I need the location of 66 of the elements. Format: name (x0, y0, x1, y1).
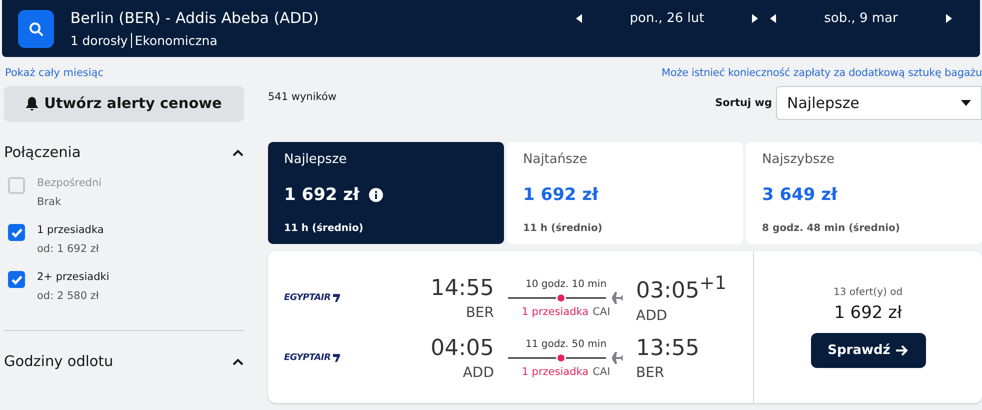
option-label: 2+ przesiadki (37, 271, 110, 283)
tab-price: 1 692 zł (284, 185, 360, 205)
sort-tab[interactable]: Najszybsze 3 649 zł 8 godz. 48 min (średnio) (746, 142, 982, 244)
checkmark-icon (10, 228, 22, 238)
arrival-time: 13:55 (636, 336, 700, 361)
results-count: 541 wyników (268, 91, 336, 103)
price: 1 692 zł (834, 302, 902, 322)
collapse-icon[interactable] (232, 149, 244, 157)
option-price: Brak (37, 196, 62, 208)
previous-date-icon[interactable] (576, 14, 582, 23)
baggage-link[interactable]: Może istnieć konieczność zapłaty za dodatkową sztukę bagażu (662, 67, 982, 83)
option-label: 1 przesiadka (37, 224, 104, 236)
stops-count: 1 przesiadka (522, 306, 589, 318)
option-price: od: 2 580 zł (37, 290, 100, 302)
sort-label: Sortuj wg (715, 97, 772, 109)
search-icon (28, 20, 44, 36)
arrow-right-icon (896, 344, 908, 356)
price-alert-button[interactable]: Utwórz alerty cenowe (4, 86, 244, 122)
sort-tab[interactable]: Najtańsze 1 692 zł 11 h (średnio) (507, 142, 743, 244)
arrival-time: 03:05$^{+1}$ (636, 273, 728, 304)
route-title: Berlin (BER) - Addis Abeba (ADD) (70, 9, 320, 27)
checkbox[interactable] (8, 271, 25, 288)
offers-count: 13 ofert(y) od (833, 286, 903, 298)
info-icon[interactable] (369, 188, 384, 202)
flight-duration: 11 godz. 50 min (525, 338, 607, 350)
date-label[interactable]: pon., 26 lut (630, 11, 704, 26)
option-label: Bezpośredni (37, 177, 102, 189)
departure-time: 14:55 (430, 276, 494, 301)
show-month-link[interactable]: Pokaż cały miesiąc (5, 67, 104, 83)
stopover-airport: CAI (592, 306, 610, 318)
stopover-airport: CAI (592, 366, 610, 378)
checkbox[interactable] (8, 224, 25, 241)
tab-label: Najszybsze (762, 152, 836, 167)
previous-date-icon[interactable] (770, 14, 776, 23)
date-label[interactable]: sob., 9 mar (824, 11, 898, 26)
tab-price: 1 692 zł (523, 185, 598, 205)
departure-time: 04:05 (430, 336, 494, 361)
bell-icon (26, 97, 38, 111)
next-date-icon[interactable] (946, 14, 952, 23)
tab-duration: 11 h (średnio) (523, 223, 604, 234)
tab-price: 3 649 zł (762, 185, 838, 205)
tab-label: Najlepsze (284, 152, 348, 167)
departure-airport: BER (466, 304, 494, 321)
checkmark-icon (10, 274, 22, 284)
tab-label: Najtańsze (523, 152, 588, 167)
sort-tab[interactable]: Najlepsze 1 692 zł 11 h (średnio) (268, 142, 504, 244)
cabin-class: Ekonomiczna (130, 33, 218, 48)
next-date-icon[interactable] (752, 14, 758, 23)
collapse-icon[interactable] (232, 358, 244, 366)
arrival-airport: BER (636, 364, 666, 381)
search-button[interactable] (18, 10, 54, 48)
airline-logo-text: EGYPTAIR (284, 353, 331, 364)
tab-duration: 11 h (średnio) (284, 223, 364, 234)
stops-count: 1 przesiadka (522, 366, 589, 378)
airline-logo-text: EGYPTAIR (284, 293, 331, 304)
option-price: od: 1 692 zł (37, 243, 100, 255)
check-button[interactable]: Sprawdź (810, 332, 926, 368)
dropdown-caret-icon (961, 100, 971, 106)
filter-title: Połączenia (4, 145, 81, 161)
flight-duration: 10 godz. 10 min (525, 278, 607, 290)
passenger-count: 1 dorosły (70, 33, 128, 48)
tab-duration: 8 godz. 48 min (średnio) (762, 223, 901, 234)
departure-airport: ADD (462, 364, 494, 381)
sort-dropdown[interactable]: Najlepsze (776, 86, 982, 120)
filter-title: Godziny odlotu (4, 354, 114, 370)
arrival-airport: ADD (636, 308, 668, 324)
